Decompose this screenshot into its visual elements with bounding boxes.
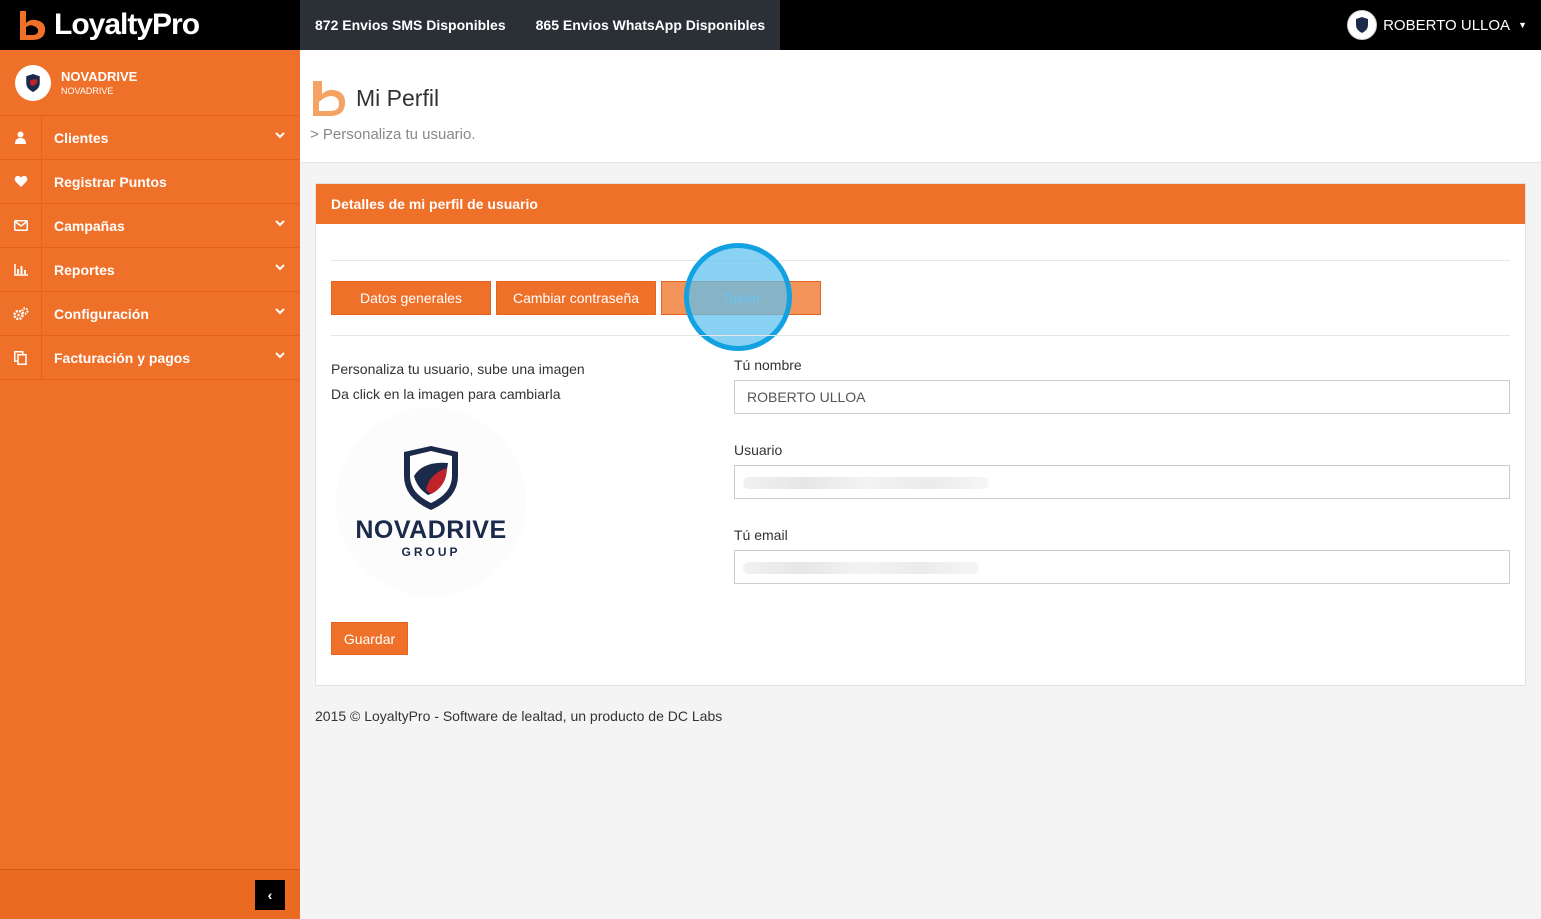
novadrive-shield-icon (404, 445, 458, 510)
profile-panel: Detalles de mi perfil de usuario Datos g… (315, 183, 1526, 686)
chevron-down-icon (275, 262, 285, 274)
profile-image[interactable]: NOVADRIVE GROUP (336, 407, 526, 597)
page-title: Mi Perfil (356, 84, 440, 111)
divider (331, 335, 1510, 336)
sidebar-item-label: Facturación y pagos (54, 349, 191, 366)
company-name: NOVADRIVE (61, 69, 138, 84)
email-field[interactable] (734, 550, 1510, 584)
page-header: Mi Perfil > Personaliza tu usuario. (300, 50, 1541, 163)
page-title-row: Mi Perfil (310, 78, 439, 118)
caret-down-icon: ▼ (1518, 20, 1527, 30)
chevron-down-icon (275, 130, 285, 142)
sidebar-item-label: Campañas (54, 217, 125, 234)
envelope-icon (0, 203, 42, 248)
bar-chart-icon (0, 247, 42, 292)
avatar-section: Personaliza tu usuario, sube una imagen … (331, 357, 711, 597)
redacted-value (743, 562, 979, 574)
sidebar-item-facturacion[interactable]: Facturación y pagos (0, 335, 300, 380)
sidebar-item-campanas[interactable]: Campañas (0, 203, 300, 248)
sidebar-item-clientes[interactable]: Clientes (0, 115, 300, 160)
top-navbar: LoyaltyPro 872 Envios SMS Disponibles 86… (0, 0, 1541, 50)
company-avatar (15, 64, 51, 101)
chevron-down-icon (275, 218, 285, 230)
username-label: Usuario (734, 442, 783, 458)
copy-icon (0, 335, 42, 380)
company-header: NOVADRIVE NOVADRIVE (0, 50, 300, 116)
sidebar-item-label: Reportes (54, 261, 115, 278)
sms-credits: 872 Envios SMS Disponibles (315, 17, 506, 33)
chevron-left-icon: ‹ (267, 887, 273, 903)
heart-icon (0, 159, 42, 204)
whatsapp-credits: 865 Envios WhatsApp Disponibles (535, 17, 766, 33)
brand-logo[interactable]: LoyaltyPro (0, 0, 300, 50)
sidebar-collapse-button[interactable]: ‹ (255, 880, 285, 910)
user-icon (0, 115, 42, 160)
save-button[interactable]: Guardar (331, 622, 408, 655)
chevron-down-icon (275, 306, 285, 318)
help-text-click: Da click en la imagen para cambiarla (331, 386, 561, 402)
cogs-icon (0, 291, 42, 336)
shield-icon (26, 73, 40, 92)
divider (331, 260, 1510, 261)
credits-bar: 872 Envios SMS Disponibles 865 Envios Wh… (300, 0, 780, 50)
user-menu-dropdown[interactable]: ROBERTO ULLOA ▼ (1347, 10, 1527, 40)
sidebar-item-registrar-puntos[interactable]: Registrar Puntos (0, 159, 300, 204)
tab-datos-generales[interactable]: Datos generales (331, 281, 491, 315)
sidebar-item-configuracion[interactable]: Configuración (0, 291, 300, 336)
shield-icon (1356, 17, 1369, 33)
user-avatar (1347, 10, 1378, 40)
username-field[interactable] (734, 465, 1510, 499)
name-field[interactable] (734, 380, 1510, 414)
logo-group-text: GROUP (401, 544, 461, 559)
sidebar-item-label: Configuración (54, 305, 149, 322)
redacted-value (743, 477, 989, 489)
company-names: NOVADRIVE NOVADRIVE (61, 69, 137, 96)
panel-heading: Detalles de mi perfil de usuario (316, 184, 1525, 224)
tab-token[interactable]: Token (661, 281, 821, 315)
user-name: ROBERTO ULLOA (1383, 16, 1511, 34)
loyaltypro-logo-icon (20, 11, 46, 40)
name-label: Tú nombre (734, 357, 802, 373)
chevron-down-icon (275, 350, 285, 362)
logo-wordmark: NOVADRIVE (355, 515, 507, 544)
sidebar-item-label: Registrar Puntos (54, 173, 167, 190)
profile-tabs: Datos generales Cambiar contraseña Token (331, 281, 821, 315)
sidebar-item-reportes[interactable]: Reportes (0, 247, 300, 292)
help-text-upload: Personaliza tu usuario, sube una imagen (331, 361, 585, 377)
sidebar: NOVADRIVE NOVADRIVE Clientes Registrar P… (0, 50, 300, 919)
email-label: Tú email (734, 527, 788, 543)
sidebar-item-label: Clientes (54, 129, 109, 146)
page-subtitle: > Personaliza tu usuario. (310, 126, 476, 143)
profile-fields: Tú nombre Usuario Tú email (734, 357, 1510, 612)
loyaltypro-logo-icon (313, 81, 346, 116)
company-subname: NOVADRIVE (61, 86, 114, 96)
brand-name: LoyaltyPro (54, 8, 200, 41)
footer-copyright: 2015 © LoyaltyPro - Software de lealtad,… (315, 708, 723, 724)
tab-cambiar-contrasena[interactable]: Cambiar contraseña (496, 281, 656, 315)
sidebar-footer: ‹ (0, 869, 300, 919)
